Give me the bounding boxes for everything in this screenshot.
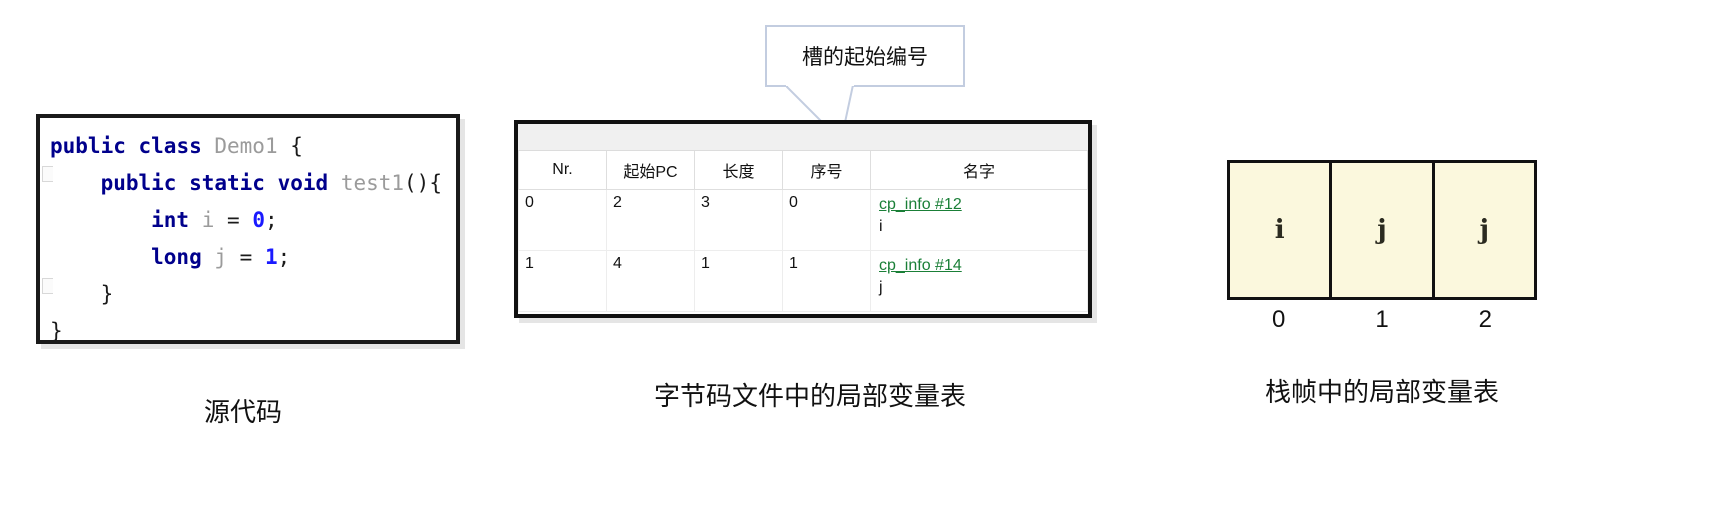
cell-length: 1 (694, 250, 783, 312)
callout-box: 槽的起始编号 (765, 25, 965, 87)
code-line: public static void test1(){ (50, 165, 456, 202)
table-row[interactable]: 1 4 1 1 cp_info #14 j (518, 250, 1088, 312)
source-code-panel: public class Demo1 { public static void … (36, 114, 460, 344)
cp-info-link[interactable]: cp_info #14 (879, 255, 1081, 277)
code-token: = (239, 245, 265, 269)
code-line: } (50, 313, 456, 350)
column-header-index[interactable]: 序号 (782, 151, 871, 190)
code-token: ; (264, 208, 278, 232)
column-header-name[interactable]: 名字 (870, 151, 1088, 190)
local-variable-table: Nr. 起始PC 长度 序号 名字 0 2 3 0 cp_info #12 i 1 4 1 1 cp… (518, 151, 1088, 312)
code-line: public class Demo1 { (50, 128, 456, 165)
code-token: } (50, 282, 114, 306)
callout-label: 槽的起始编号 (802, 46, 928, 69)
code-fold-marker (42, 166, 53, 182)
cell-length: 3 (694, 189, 783, 251)
code-token: = (227, 208, 253, 232)
slot-index-1: 1 (1375, 306, 1389, 333)
table-header-row: Nr. 起始PC 长度 序号 名字 (518, 151, 1088, 190)
code-token: i (201, 208, 228, 232)
slot-cell-1: j (1329, 160, 1435, 300)
code-fold-marker (42, 278, 53, 294)
cell-name: cp_info #12 i (870, 189, 1088, 251)
code-token: long (50, 245, 215, 269)
cell-name: cp_info #14 j (870, 250, 1088, 312)
cp-info-link[interactable]: cp_info #12 (879, 194, 1081, 216)
stack-frame-slot-row: ijj (1227, 160, 1537, 300)
slot-index-2: 2 (1478, 306, 1492, 333)
cell-nr: 0 (518, 189, 607, 251)
column-header-length[interactable]: 长度 (694, 151, 783, 190)
code-token: } (50, 319, 63, 343)
stack-frame-slot-index-row: 0 1 2 (1227, 306, 1537, 340)
code-token: class (138, 134, 215, 158)
caption-frame-lvt: 栈帧中的局部变量表 (1264, 377, 1499, 407)
variable-name-value: j (879, 279, 883, 296)
code-token: 1 (264, 245, 278, 269)
variable-name-value: i (879, 218, 883, 235)
table-toolbar-strip (518, 124, 1088, 151)
cell-start-pc: 2 (606, 189, 695, 251)
slot-cell-0: i (1227, 160, 1333, 300)
column-header-nr[interactable]: Nr. (518, 151, 607, 190)
diagram-canvas: public class Demo1 { public static void … (0, 0, 1732, 520)
code-token: int (50, 208, 202, 232)
source-code-text: public class Demo1 { public static void … (40, 118, 456, 350)
slot-cell-2: j (1431, 160, 1537, 300)
code-token: static (189, 171, 278, 195)
code-token: ; (277, 245, 291, 269)
code-token: j (214, 245, 240, 269)
code-token: test1 (340, 171, 405, 195)
slot-index-0: 0 (1271, 306, 1286, 333)
code-token: (){ (404, 171, 442, 195)
caption-bytecode-lvt: 字节码文件中的局部变量表 (653, 381, 966, 411)
cell-index: 0 (782, 189, 871, 251)
cell-start-pc: 4 (606, 250, 695, 312)
code-token: Demo1 (214, 134, 291, 158)
column-header-start-pc[interactable]: 起始PC (606, 151, 695, 190)
code-token: public (50, 171, 190, 195)
code-line: int i = 0; (50, 202, 456, 239)
cell-index: 1 (782, 250, 871, 312)
table-row[interactable]: 0 2 3 0 cp_info #12 i (518, 189, 1088, 251)
cell-nr: 1 (518, 250, 607, 312)
bytecode-lvt-panel: Nr. 起始PC 长度 序号 名字 0 2 3 0 cp_info #12 i 1 4 1 1 cp… (514, 120, 1092, 318)
code-token: void (277, 171, 341, 195)
code-token: { (290, 134, 303, 158)
code-token: public (50, 134, 139, 158)
code-token: 0 (252, 208, 265, 232)
code-line: long j = 1; (50, 239, 456, 276)
code-line: } (50, 276, 456, 313)
caption-source-code: 源代码 (203, 397, 282, 427)
